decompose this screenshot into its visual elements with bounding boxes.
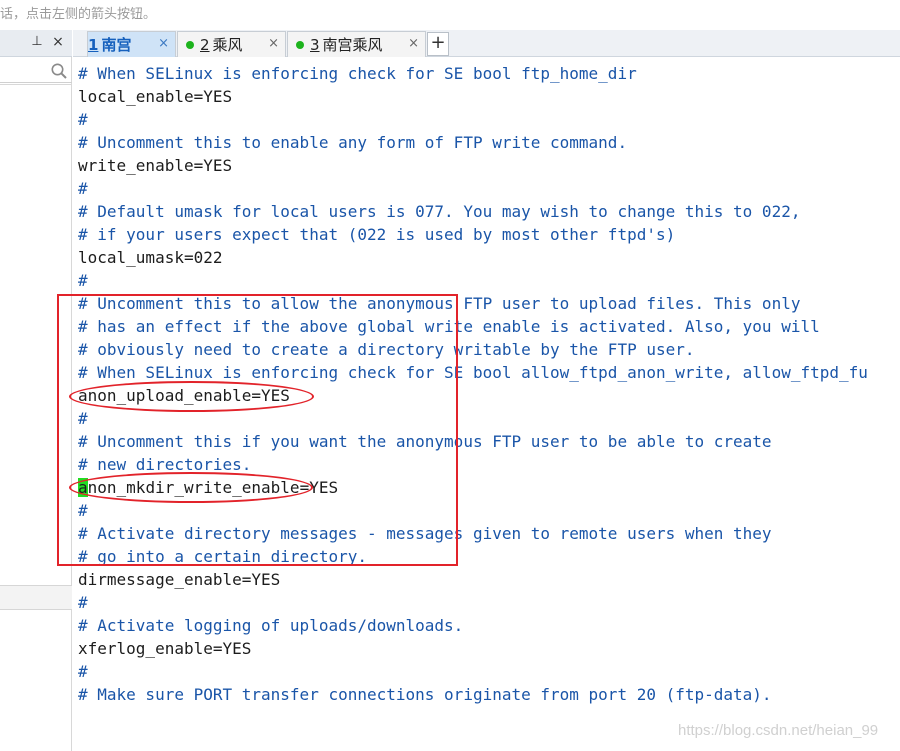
code-line[interactable]: anon_upload_enable=YES: [78, 384, 290, 407]
side-panel-search[interactable]: [0, 58, 72, 85]
tab-bar: 1 南宫 × 2 乘风 × 3 南宫乘风 × +: [73, 30, 900, 57]
text-cursor: a: [78, 478, 88, 497]
comment-line[interactable]: #: [78, 499, 88, 522]
side-panel-header: ⊥ ×: [0, 30, 72, 57]
comment-line[interactable]: # When SELinux is enforcing check for SE…: [78, 62, 637, 85]
tab-3[interactable]: 3 南宫乘风 ×: [287, 31, 426, 57]
tab-label: 乘风: [212, 36, 243, 54]
comment-line[interactable]: # Uncomment this to enable any form of F…: [78, 131, 627, 154]
modified-dot-icon: [296, 40, 304, 49]
comment-line[interactable]: # new directories.: [78, 453, 251, 476]
line-text: non_mkdir_write_enable=YES: [87, 478, 339, 497]
tab-label: 南宫: [101, 36, 132, 54]
side-panel-section: [0, 585, 72, 610]
comment-line[interactable]: # has an effect if the above global writ…: [78, 315, 820, 338]
code-line[interactable]: anon_mkdir_write_enable=YES: [78, 476, 338, 499]
comment-line[interactable]: #: [78, 177, 88, 200]
divider: [0, 82, 72, 83]
comment-line[interactable]: # go into a certain directory.: [78, 545, 367, 568]
modified-dot-icon: [186, 40, 194, 49]
comment-line[interactable]: #: [78, 591, 88, 614]
code-line[interactable]: write_enable=YES: [78, 154, 232, 177]
code-editor[interactable]: # When SELinux is enforcing check for SE…: [73, 57, 900, 751]
comment-line[interactable]: # if your users expect that (022 is used…: [78, 223, 675, 246]
tab-close-icon[interactable]: ×: [408, 36, 419, 51]
tab-close-icon[interactable]: ×: [158, 36, 169, 51]
code-line[interactable]: dirmessage_enable=YES: [78, 568, 280, 591]
add-tab-button[interactable]: +: [427, 32, 449, 56]
code-line[interactable]: local_umask=022: [78, 246, 223, 269]
watermark: https://blog.csdn.net/heian_99: [678, 722, 879, 739]
side-panel: ⊥ ×: [0, 30, 72, 751]
tab-label: 南宫乘风: [322, 36, 383, 54]
comment-line[interactable]: #: [78, 269, 88, 292]
tab-number: 1: [88, 35, 99, 54]
hint-text: 话，点击左侧的箭头按钮。: [0, 7, 157, 22]
comment-line[interactable]: # Uncomment this to allow the anonymous …: [78, 292, 800, 315]
comment-line[interactable]: # Activate directory messages - messages…: [78, 522, 772, 545]
code-line[interactable]: xferlog_enable=YES: [78, 637, 251, 660]
close-panel-button[interactable]: ×: [50, 33, 66, 51]
hint-bar: 话，点击左侧的箭头按钮。: [0, 0, 900, 30]
comment-line[interactable]: #: [78, 407, 88, 430]
tab-2[interactable]: 2 乘风 ×: [177, 31, 286, 57]
comment-line[interactable]: # Uncomment this if you want the anonymo…: [78, 430, 772, 453]
comment-line[interactable]: # obviously need to create a directory w…: [78, 338, 695, 361]
tab-number: 2: [200, 35, 210, 54]
pin-icon[interactable]: ⊥: [30, 34, 44, 50]
comment-line[interactable]: # Default umask for local users is 077. …: [78, 200, 800, 223]
comment-line[interactable]: # Activate logging of uploads/downloads.: [78, 614, 463, 637]
comment-line[interactable]: # Make sure PORT transfer connections or…: [78, 683, 772, 706]
tab-number: 3: [310, 35, 320, 54]
comment-line[interactable]: #: [78, 108, 88, 131]
comment-line[interactable]: #: [78, 660, 88, 683]
tab-close-icon[interactable]: ×: [268, 36, 279, 51]
comment-line[interactable]: # When SELinux is enforcing check for SE…: [78, 361, 868, 384]
search-icon[interactable]: [50, 62, 68, 80]
tab-1[interactable]: 1 南宫 ×: [87, 31, 176, 57]
code-line[interactable]: local_enable=YES: [78, 85, 232, 108]
